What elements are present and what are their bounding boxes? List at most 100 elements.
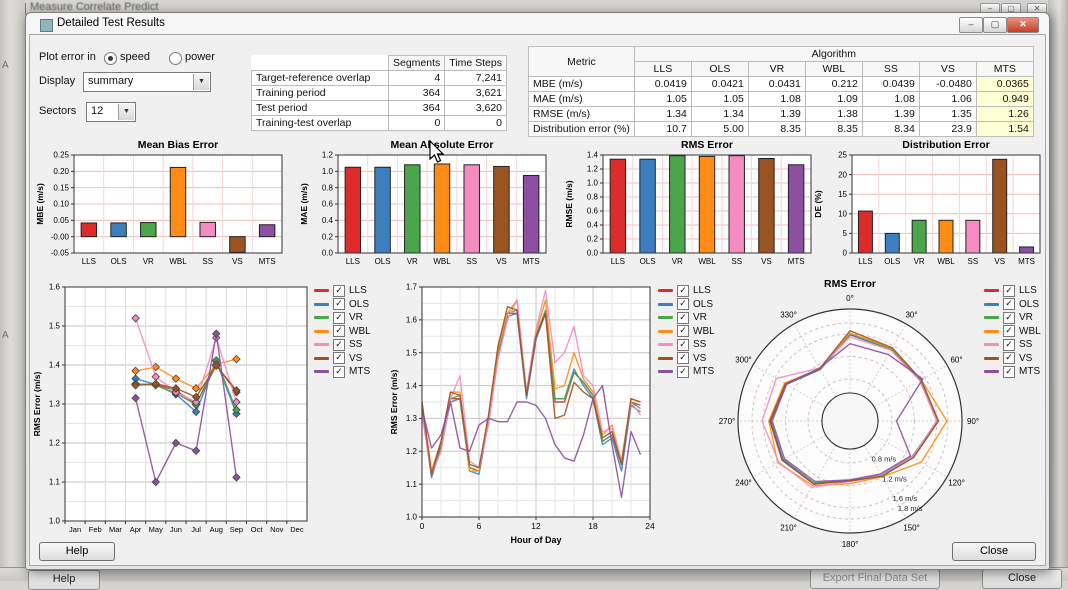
legend-checkbox[interactable]: ✓	[333, 339, 345, 351]
legend-label: WBL	[693, 326, 715, 337]
svg-text:Hour of Day: Hour of Day	[510, 535, 561, 545]
svg-text:1.3: 1.3	[49, 400, 61, 409]
legend-item-vr[interactable]: ✓VR	[984, 312, 1041, 323]
legend-item-ss[interactable]: ✓SS	[984, 339, 1041, 350]
legend-checkbox[interactable]: ✓	[677, 285, 689, 297]
svg-text:1.4: 1.4	[587, 151, 599, 160]
chevron-down-icon[interactable]: ▼	[118, 104, 134, 120]
metric-value: 23.9	[919, 122, 976, 137]
legend-checkbox[interactable]: ✓	[677, 339, 689, 351]
legend-line-swatch	[314, 289, 329, 292]
legend-item-vs[interactable]: ✓ VS	[658, 353, 715, 364]
legend-item-lls[interactable]: ✓LLS	[984, 285, 1041, 296]
legend-item-wbl[interactable]: ✓WBL	[984, 326, 1041, 337]
metric-value: 1.05	[691, 92, 748, 107]
dialog-icon	[40, 19, 53, 32]
sectors-dropdown[interactable]: 12 ▼	[86, 102, 136, 122]
svg-text:0: 0	[843, 249, 848, 258]
metric-row: RMSE (m/s)1.341.341.391.381.391.351.26	[529, 107, 1034, 122]
legend-item-ols[interactable]: ✓OLS	[984, 299, 1041, 310]
legend-line-swatch	[984, 303, 999, 306]
legend-checkbox[interactable]: ✓	[677, 366, 689, 378]
dialog-close-button[interactable]: ✕	[1007, 17, 1039, 33]
svg-text:0.8: 0.8	[322, 183, 334, 192]
legend-item-ss[interactable]: ✓SS	[314, 339, 371, 350]
legend-checkbox[interactable]: ✓	[677, 298, 689, 310]
legend-item-wbl[interactable]: ✓ WBL	[658, 326, 715, 337]
dialog-maximize-button[interactable]: ▢	[983, 17, 1007, 33]
legend-label: VR	[693, 312, 707, 323]
legend-checkbox[interactable]: ✓	[333, 325, 345, 337]
svg-text:10: 10	[838, 210, 847, 219]
legend-item-mts[interactable]: ✓MTS	[314, 366, 371, 377]
close-button[interactable]: Close	[952, 542, 1036, 561]
legend-checkbox[interactable]: ✓	[1003, 325, 1015, 337]
legend-label: LLS	[349, 285, 367, 296]
legend-checkbox[interactable]: ✓	[1003, 298, 1015, 310]
legend-checkbox[interactable]: ✓	[677, 352, 689, 364]
svg-text:VR: VR	[914, 257, 925, 266]
legend-label: VS	[1019, 353, 1032, 364]
chevron-down-icon[interactable]: ▼	[193, 74, 209, 90]
legend-checkbox[interactable]: ✓	[1003, 312, 1015, 324]
algorithm-col-header: VR	[748, 62, 805, 77]
mean-absolute-error-chart: Mean Absolute ErrorLLSOLSVRWBLSSVSMTS0.0…	[298, 137, 552, 275]
legend-item-vs[interactable]: ✓VS	[314, 353, 371, 364]
legend-label: VR	[349, 312, 363, 323]
legend-checkbox[interactable]: ✓	[333, 312, 345, 324]
legend-checkbox[interactable]: ✓	[677, 312, 689, 324]
legend-checkbox[interactable]: ✓	[1003, 339, 1015, 351]
metric-value: 1.54	[976, 122, 1033, 137]
legend-checkbox[interactable]: ✓	[1003, 285, 1015, 297]
legend-checkbox[interactable]: ✓	[1003, 366, 1015, 378]
display-label: Display	[39, 75, 75, 87]
legend-label: SS	[693, 339, 706, 350]
dialog-minimize-button[interactable]: –	[959, 17, 983, 33]
svg-text:0.6: 0.6	[322, 200, 334, 209]
svg-text:VS: VS	[994, 257, 1005, 266]
svg-text:OLS: OLS	[375, 257, 391, 266]
legend-item-ols[interactable]: ✓OLS	[658, 299, 715, 310]
legend-label: VS	[693, 353, 706, 364]
legend-item-vs[interactable]: ✓ VS	[984, 353, 1041, 364]
metric-row-label: MAE (m/s)	[529, 92, 635, 107]
legend-item-wbl[interactable]: ✓WBL	[314, 326, 371, 337]
svg-text:Aug: Aug	[210, 525, 223, 534]
svg-text:WBL: WBL	[937, 257, 955, 266]
parent-help-button[interactable]: Help	[28, 570, 100, 590]
legend-checkbox[interactable]: ✓	[333, 352, 345, 364]
help-button[interactable]: Help	[39, 542, 115, 561]
svg-text:1.0: 1.0	[49, 517, 61, 526]
legend-item-ss[interactable]: ✓ SS	[658, 339, 715, 350]
metric-value: 1.08	[748, 92, 805, 107]
legend-checkbox[interactable]: ✓	[333, 285, 345, 297]
svg-text:VR: VR	[143, 257, 154, 266]
svg-text:VS: VS	[232, 257, 243, 266]
svg-text:5: 5	[843, 229, 848, 238]
svg-text:0.4: 0.4	[587, 221, 599, 230]
overlap-timesteps-value: 3,620	[445, 101, 507, 116]
legend-label: LLS	[693, 285, 711, 296]
mean-bias-error-chart: Mean Bias ErrorLLSOLSVRWBLSSVSMTS-0.05-0…	[34, 137, 288, 275]
legend-item-lls[interactable]: ✓ LLS	[658, 285, 715, 296]
legend-item-lls[interactable]: ✓ LLS	[314, 285, 371, 296]
legend-line-swatch	[984, 343, 999, 346]
legend-item-mts[interactable]: ✓MTS	[658, 366, 715, 377]
legend-checkbox[interactable]: ✓	[1003, 352, 1015, 364]
svg-text:0.05: 0.05	[53, 216, 69, 225]
parent-export-button[interactable]: Export Final Data Set	[810, 569, 940, 589]
screen: { "parent_window": { "title": "Measure C…	[0, 0, 1068, 580]
svg-text:Jul: Jul	[191, 525, 201, 534]
legend-item-ols[interactable]: ✓OLS	[314, 299, 371, 310]
parent-close-bottom-button[interactable]: Close	[982, 569, 1062, 589]
legend-checkbox[interactable]: ✓	[677, 325, 689, 337]
legend-item-vr[interactable]: ✓ VR	[658, 312, 715, 323]
legend-checkbox[interactable]: ✓	[333, 298, 345, 310]
legend-checkbox[interactable]: ✓	[333, 366, 345, 378]
display-dropdown[interactable]: summary ▼	[83, 72, 211, 92]
metric-value: 1.05	[634, 92, 691, 107]
svg-text:0.4: 0.4	[322, 216, 334, 225]
legend-item-mts[interactable]: ✓MTS	[984, 366, 1041, 377]
legend-item-vr[interactable]: ✓ VR	[314, 312, 371, 323]
metric-value: 8.35	[805, 122, 862, 137]
